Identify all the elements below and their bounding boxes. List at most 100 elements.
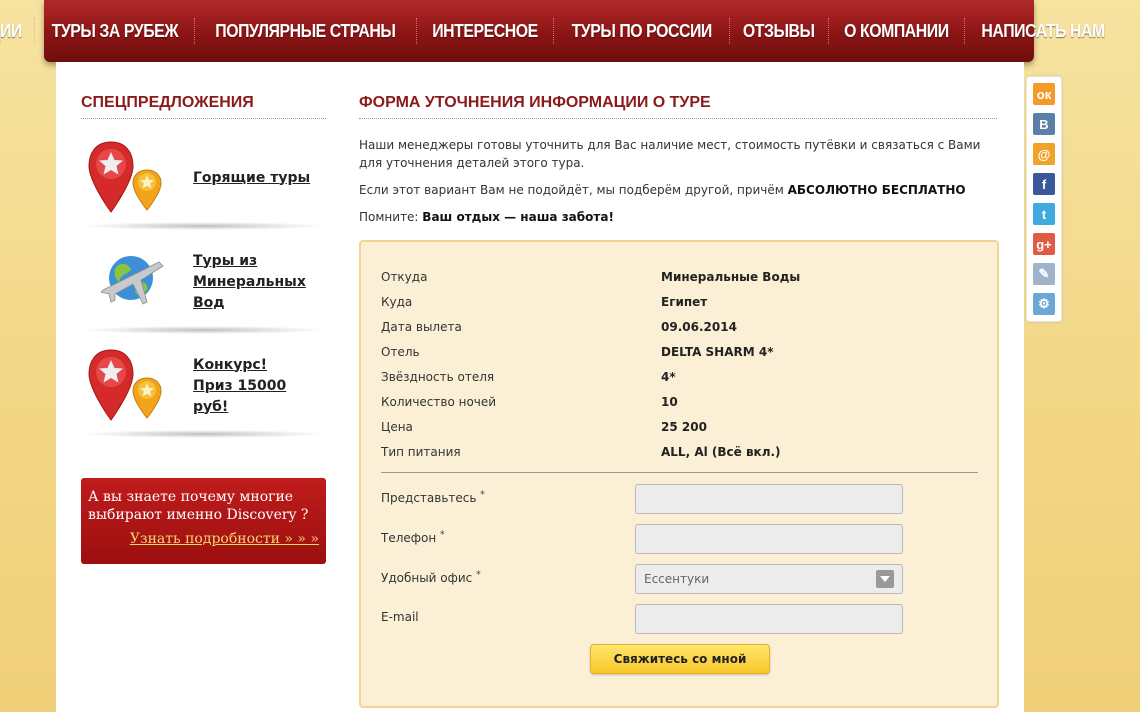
tour-info-table: Откуда Минеральные Воды Куда Египет Дата в… (381, 264, 961, 464)
nav-separator (553, 18, 555, 44)
info-row: Откуда Минеральные Воды (381, 264, 961, 289)
page-title: ФОРМА УТОЧНЕНИЯ ИНФОРМАЦИИ О ТУРЕ (359, 94, 997, 119)
special-offer-mineral-waters[interactable]: Туры из Минеральных Вод (81, 236, 326, 334)
nav-item-tours-abroad[interactable]: ТУРЫ ЗА РУБЕЖ (44, 21, 185, 42)
vkontakte-icon[interactable]: В (1033, 113, 1055, 135)
mailru-icon[interactable]: @ (1033, 143, 1055, 165)
plane-globe-icon (81, 240, 193, 324)
intro-3-text: Помните: (359, 210, 423, 224)
phone-label-text: Телефон (381, 531, 437, 545)
odnoklassniki-icon[interactable]: ок (1033, 83, 1055, 105)
nav-item-reviews[interactable]: ОТЗЫВЫ (736, 21, 822, 42)
nav-item-promotions[interactable]: АКЦИИ (0, 21, 29, 42)
intro-2-text: Если этот вариант Вам не подойдёт, мы по… (359, 183, 788, 197)
nav-separator (729, 18, 731, 44)
nav-item-contact[interactable]: НАПИСАТЬ НАМ (974, 21, 1111, 42)
info-label: Отель (381, 344, 420, 359)
special-offer-line2: Минеральных Вод (193, 273, 306, 311)
special-offer-link[interactable]: Горящие туры (193, 168, 310, 189)
tour-form-box: Откуда Минеральные Воды Куда Египет Дата в… (359, 240, 999, 708)
chevron-down-icon[interactable] (876, 570, 894, 588)
info-label: Куда (381, 294, 413, 309)
info-value: ALL, Al (Всё вкл.) (661, 444, 781, 459)
nav-item-interesting[interactable]: ИНТЕРЕСНОЕ (425, 21, 545, 42)
special-offer-link[interactable]: Туры из Минеральных Вод (193, 251, 326, 314)
share-bar: ок В @ f t g+ ✎ ⚙ (1026, 76, 1062, 322)
settings-icon[interactable]: ⚙ (1033, 293, 1055, 315)
required-mark: * (476, 570, 481, 580)
intro-paragraph-2: Если этот вариант Вам не подойдёт, мы по… (359, 181, 999, 199)
banner-text: А вы знаете почему многие выбирают именн… (88, 489, 309, 523)
name-row: Представьтесь * (381, 484, 981, 514)
intro-paragraph-3: Помните: Ваш отдых — наша забота! (359, 208, 999, 226)
contact-me-button[interactable]: Свяжитесь со мной (590, 644, 770, 674)
form-divider (381, 472, 978, 473)
name-label-text: Представьтесь (381, 491, 477, 505)
email-label: E-mail (381, 604, 635, 634)
facebook-icon[interactable]: f (1033, 173, 1055, 195)
info-value: DELTA SHARM 4* (661, 344, 774, 359)
info-label: Откуда (381, 269, 428, 284)
phone-input[interactable] (635, 524, 903, 554)
nav-item-russia-tours[interactable]: ТУРЫ ПО РОССИИ (565, 21, 719, 42)
office-label-text: Удобный офис (381, 571, 473, 585)
info-row: Количество ночей 10 (381, 389, 961, 414)
office-row: Удобный офис * Ессентуки (381, 564, 981, 594)
special-offer-line2: Приз 15000 руб! (193, 377, 287, 415)
info-value: Египет (661, 294, 708, 309)
intro-2-emphasis: АБСОЛЮТНО БЕСПЛАТНО (787, 183, 966, 197)
info-row: Куда Египет (381, 289, 961, 314)
office-select-value: Ессентуки (644, 572, 710, 586)
office-label: Удобный офис * (381, 564, 635, 594)
sidebar-title: СПЕЦПРЕДЛОЖЕНИЯ (81, 94, 326, 119)
main-nav: АКЦИИ ТУРЫ ЗА РУБЕЖ ПОПУЛЯРНЫЕ СТРАНЫ ИН… (0, 0, 1105, 62)
nav-separator (963, 18, 965, 44)
email-input[interactable] (635, 604, 903, 634)
google-plus-icon[interactable]: g+ (1033, 233, 1055, 255)
nav-item-about[interactable]: О КОМПАНИИ (837, 21, 956, 42)
info-value: 09.06.2014 (661, 319, 737, 334)
info-value: Минеральные Воды (661, 269, 801, 284)
info-value: 25 200 (661, 419, 707, 434)
special-offer-line1: Горящие туры (193, 169, 311, 186)
email-label-text: E-mail (381, 610, 419, 624)
nav-separator (416, 18, 418, 44)
intro-text: Наши менеджеры готовы уточнить для Вас н… (359, 136, 999, 235)
info-label: Дата вылета (381, 319, 462, 334)
twitter-icon[interactable]: t (1033, 203, 1055, 225)
intro-paragraph-1: Наши менеджеры готовы уточнить для Вас н… (359, 138, 981, 170)
nav-separator (827, 18, 829, 44)
special-offer-link[interactable]: Конкурс! Приз 15000 руб! (193, 355, 326, 418)
name-input[interactable] (635, 484, 903, 514)
nav-item-popular-countries[interactable]: ПОПУЛЯРНЫЕ СТРАНЫ (209, 21, 403, 42)
bookmark-icon[interactable]: ✎ (1033, 263, 1055, 285)
info-row: Отель DELTA SHARM 4* (381, 339, 961, 364)
required-mark: * (480, 490, 485, 500)
info-label: Тип питания (381, 444, 461, 459)
name-label: Представьтесь * (381, 484, 635, 514)
nav-separator (33, 18, 35, 44)
nav-separator (194, 18, 196, 44)
map-pin-star-icon (81, 344, 193, 428)
special-offer-line1: Конкурс! (193, 356, 268, 373)
info-label: Количество ночей (381, 394, 497, 409)
phone-row: Телефон * (381, 524, 981, 554)
banner-more-link[interactable]: Узнать подробности » » » (88, 530, 319, 548)
info-value: 10 (661, 394, 678, 409)
special-offer-contest[interactable]: Конкурс! Приз 15000 руб! (81, 340, 326, 438)
discovery-banner: А вы знаете почему многие выбирают именн… (81, 478, 326, 564)
info-row: Цена 25 200 (381, 414, 961, 439)
info-label: Звёздность отеля (381, 369, 495, 384)
info-row: Дата вылета 09.06.2014 (381, 314, 961, 339)
info-label: Цена (381, 419, 413, 434)
email-row: E-mail (381, 604, 981, 634)
info-value: 4* (661, 369, 676, 384)
map-pin-star-icon (81, 136, 193, 220)
info-row: Звёздность отеля 4* (381, 364, 961, 389)
required-mark: * (440, 530, 445, 540)
phone-label: Телефон * (381, 524, 635, 554)
special-offer-line1: Туры из (193, 252, 258, 269)
info-row: Тип питания ALL, Al (Всё вкл.) (381, 439, 961, 464)
special-offer-hot-tours[interactable]: Горящие туры (81, 132, 326, 230)
office-select[interactable]: Ессентуки (635, 564, 903, 594)
